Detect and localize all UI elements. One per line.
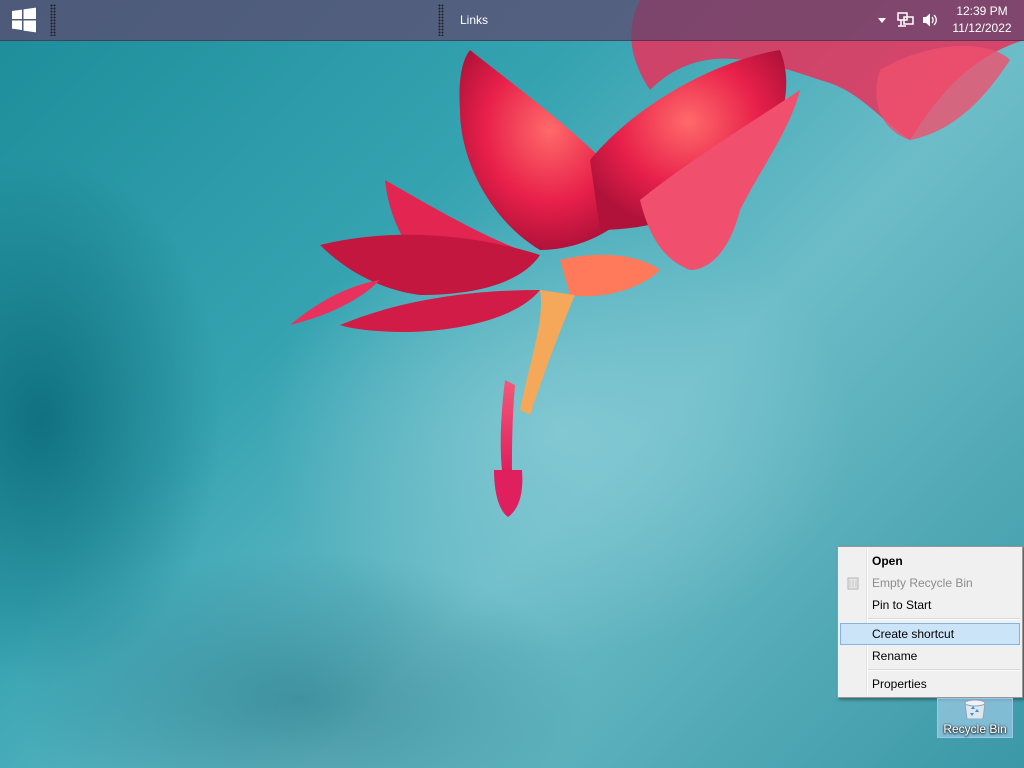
windows-logo-icon xyxy=(12,7,36,33)
taskbar: Links 12:39 PM 11/12/2022 xyxy=(0,0,1024,41)
menu-item-label: Rename xyxy=(872,649,918,663)
menu-separator xyxy=(868,669,1020,671)
links-toolbar-gripper[interactable] xyxy=(438,4,444,36)
menu-item-properties[interactable]: Properties xyxy=(840,673,1020,695)
toolbar-gripper[interactable] xyxy=(50,4,56,36)
links-toolbar[interactable]: Links xyxy=(438,0,488,40)
menu-item-label: Empty Recycle Bin xyxy=(872,576,973,590)
menu-item-label: Open xyxy=(872,554,903,568)
menu-item-label: Create shortcut xyxy=(872,627,955,641)
menu-item-open[interactable]: Open xyxy=(840,550,1020,572)
menu-item-label: Pin to Start xyxy=(872,598,932,612)
clock-time: 12:39 PM xyxy=(956,4,1008,18)
taskbar-clock[interactable]: 12:39 PM 11/12/2022 xyxy=(946,3,1018,37)
menu-item-empty-recycle-bin[interactable]: Empty Recycle Bin xyxy=(840,572,1020,594)
network-tray-button[interactable] xyxy=(894,0,918,40)
recycle-bin-label: Recycle Bin xyxy=(943,722,1007,736)
volume-icon xyxy=(923,13,937,27)
recycle-bin-icon xyxy=(964,699,986,719)
menu-item-label: Properties xyxy=(872,677,927,691)
menu-separator xyxy=(868,618,1020,620)
show-hidden-icons-button[interactable] xyxy=(870,0,894,40)
desktop[interactable]: Links 12:39 PM 11/12/2022 Open Empty Rec… xyxy=(0,0,1024,768)
start-button[interactable] xyxy=(4,2,44,38)
network-icon xyxy=(897,12,914,27)
recycle-bin-context-menu: Open Empty Recycle Bin Pin to Start Crea… xyxy=(837,546,1023,698)
notification-area: 12:39 PM 11/12/2022 xyxy=(870,0,1024,40)
links-toolbar-label[interactable]: Links xyxy=(460,13,488,27)
menu-item-create-shortcut[interactable]: Create shortcut xyxy=(840,623,1020,645)
recycle-bin-empty-icon xyxy=(847,577,859,590)
volume-tray-button[interactable] xyxy=(918,0,942,40)
menu-item-rename[interactable]: Rename xyxy=(840,645,1020,667)
menu-item-pin-to-start[interactable]: Pin to Start xyxy=(840,594,1020,616)
recycle-bin-desktop-icon[interactable]: Recycle Bin xyxy=(937,698,1013,738)
chevron-up-icon xyxy=(878,18,886,23)
clock-date: 11/12/2022 xyxy=(952,21,1012,35)
